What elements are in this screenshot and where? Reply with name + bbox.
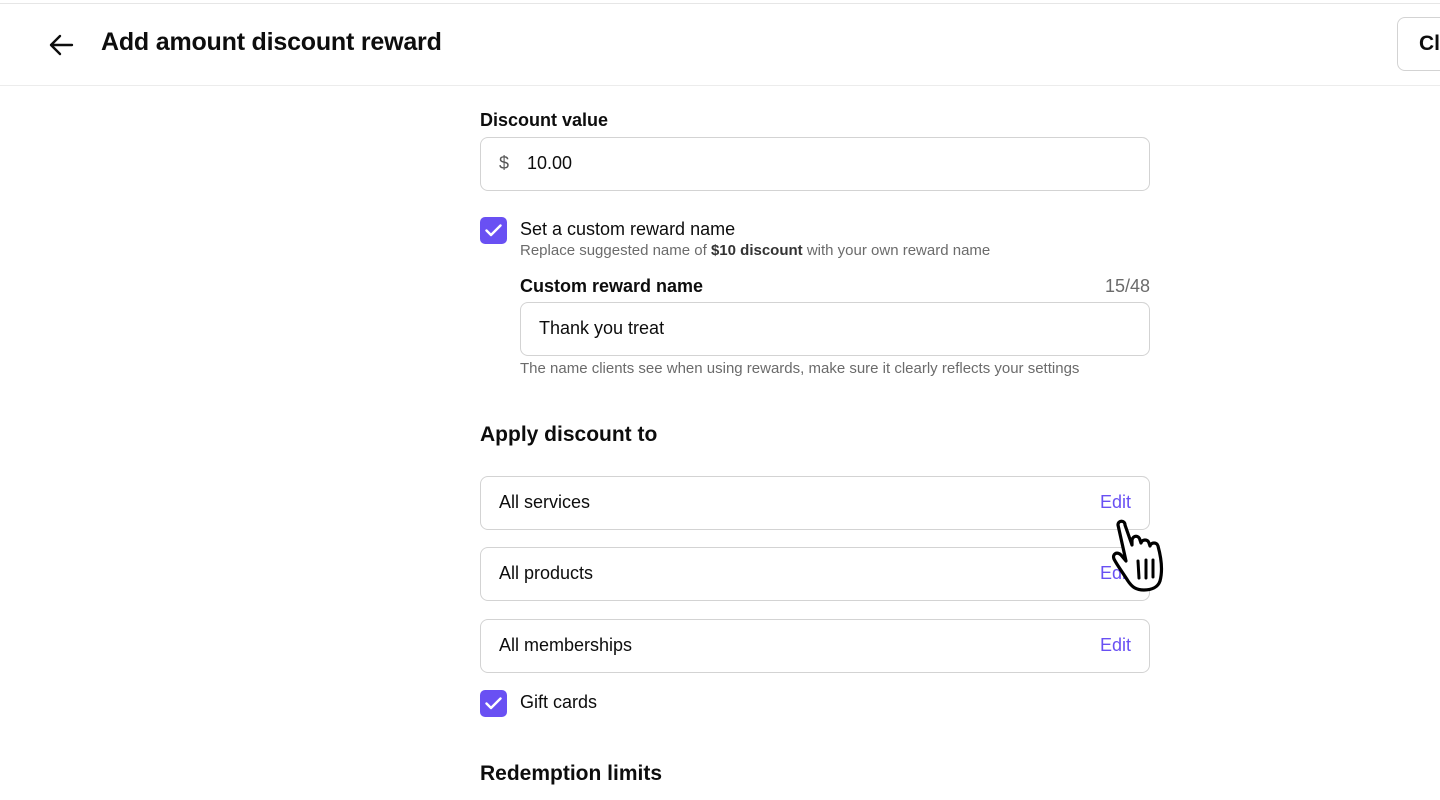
character-counter: 15/48 [1104, 276, 1150, 296]
discount-value-label: Discount value [480, 110, 609, 130]
apply-discount-title: Apply discount to [480, 423, 658, 446]
edit-products-link[interactable]: Edit [1100, 563, 1131, 584]
close-button[interactable]: Clo [1397, 17, 1440, 71]
page-title: Add amount discount reward [101, 28, 442, 56]
custom-reward-name-label: Custom reward name [520, 276, 704, 296]
services-row: All services Edit [480, 476, 1150, 530]
custom-name-checkbox-label: Set a custom reward name [520, 219, 736, 239]
row-label: All memberships [499, 635, 633, 655]
currency-symbol: $ [499, 153, 510, 173]
custom-reward-name-text: Thank you treat [539, 318, 665, 338]
edit-services-link[interactable]: Edit [1100, 492, 1131, 513]
page-header: Add amount discount reward Clo [0, 4, 1440, 86]
edit-memberships-link[interactable]: Edit [1100, 635, 1131, 656]
arrow-left-icon [49, 34, 74, 56]
gift-cards-checkbox[interactable] [480, 690, 507, 717]
check-icon [485, 224, 502, 237]
check-icon [485, 697, 502, 710]
custom-name-helper-text: The name clients see when using rewards,… [520, 360, 1080, 377]
custom-name-hint: Replace suggested name of $10 discount w… [520, 242, 991, 259]
custom-name-checkbox[interactable] [480, 217, 507, 244]
discount-value-text: 10.00 [527, 153, 573, 173]
discount-value-input[interactable]: $ 10.00 [480, 137, 1150, 191]
row-label: All services [499, 492, 591, 512]
gift-cards-label: Gift cards [520, 692, 598, 712]
memberships-row: All memberships Edit [480, 619, 1150, 673]
redemption-limits-title: Redemption limits [480, 762, 663, 785]
custom-reward-name-input[interactable]: Thank you treat [520, 302, 1150, 356]
row-label: All products [499, 563, 594, 583]
back-button[interactable] [42, 26, 80, 64]
products-row: All products Edit [480, 547, 1150, 601]
